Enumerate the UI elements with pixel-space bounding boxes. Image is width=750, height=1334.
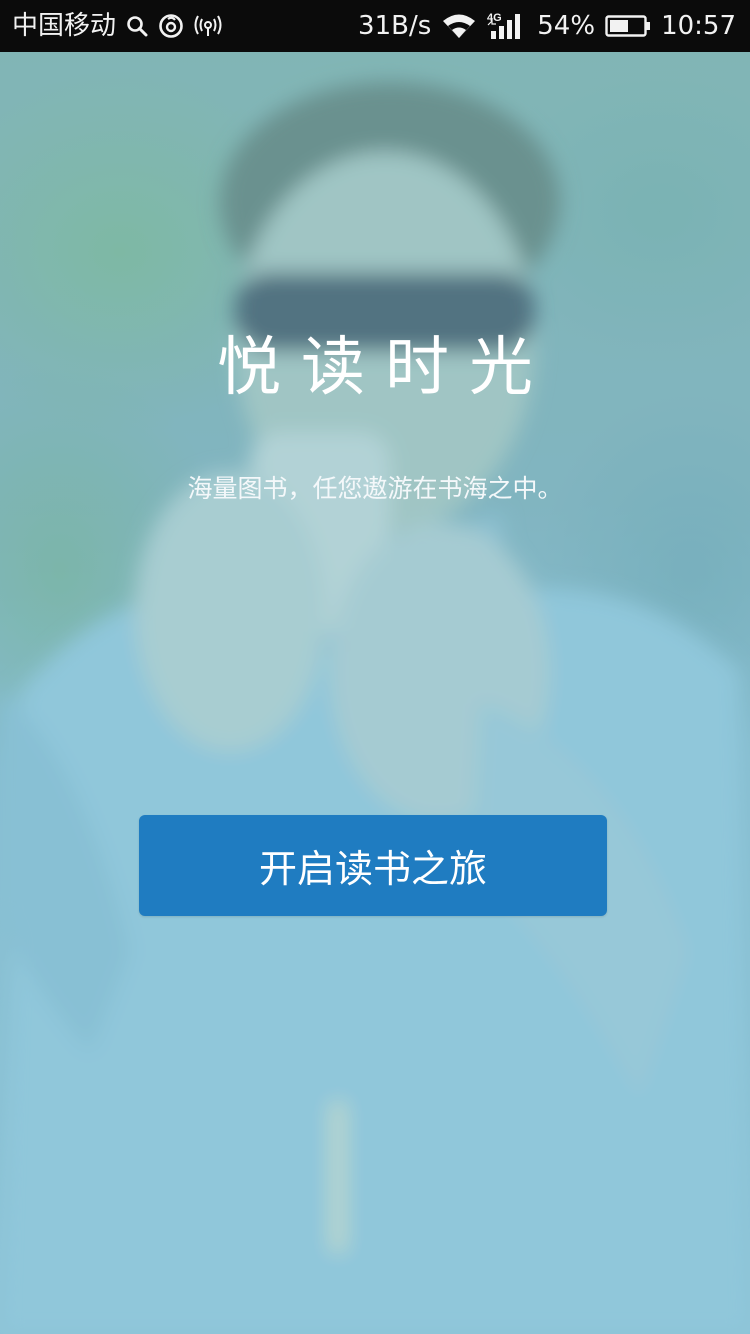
app-title: 悦读时光 xyxy=(217,331,553,405)
start-reading-button[interactable]: 开启读书之旅 xyxy=(139,815,607,916)
search-icon xyxy=(126,15,148,37)
app-subtitle: 海量图书，任您遨游在书海之中。 xyxy=(187,474,563,503)
network-speed: 31B/s xyxy=(358,11,432,41)
background-tint xyxy=(0,52,750,1334)
battery-icon xyxy=(605,14,651,38)
svg-text:4G: 4G xyxy=(487,12,502,24)
hotspot-icon xyxy=(194,14,222,38)
netease-icon xyxy=(158,13,184,39)
wifi-icon xyxy=(441,12,477,40)
battery-percent: 54% xyxy=(537,11,596,41)
status-bar: 中国移动 31B/s 4G 54% 10:57 xyxy=(0,0,750,52)
background-photo xyxy=(0,52,750,1334)
status-bar-left: 中国移动 xyxy=(12,0,232,52)
carrier-name: 中国移动 xyxy=(12,11,117,41)
status-bar-right: 31B/s 4G 54% 10:57 xyxy=(348,0,736,52)
signal-icon: 4G xyxy=(487,11,527,41)
clock: 10:57 xyxy=(661,11,736,41)
